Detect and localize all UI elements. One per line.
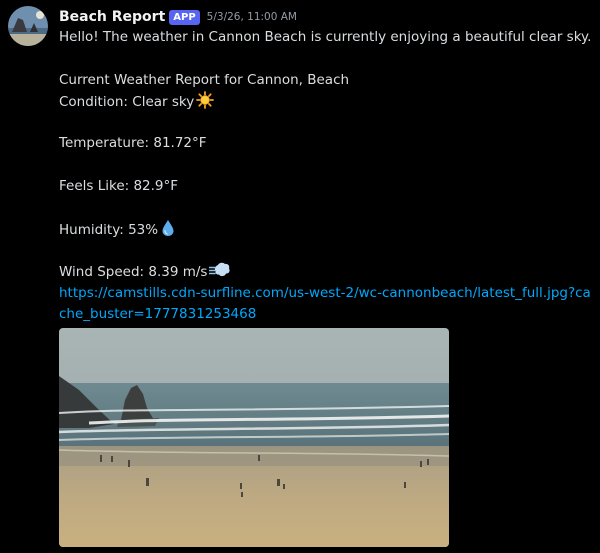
camera-image-link[interactable]: https://camstills.cdn-surfline.com/us-we… [59, 283, 594, 326]
condition-line: Condition: Clear sky [59, 90, 594, 112]
message-body: Hello! The weather in Cannon Beach is cu… [59, 27, 594, 325]
message-content: Beach Report APP 5/3/26, 11:00 AM Hello!… [59, 7, 594, 547]
condition-text: Condition: Clear sky [59, 93, 195, 110]
message-timestamp[interactable]: 5/3/26, 11:00 AM [207, 11, 297, 23]
beach-avatar-icon [8, 6, 48, 46]
report-title: Current Weather Report for Cannon, Beach [59, 71, 350, 88]
wind-speed-text: Wind Speed: 8.39 m/s [59, 264, 208, 281]
humidity-line: Humidity: 53% [59, 219, 594, 240]
message-header: Beach Report APP 5/3/26, 11:00 AM [59, 7, 594, 27]
app-badge: APP [169, 9, 200, 25]
chat-message: Beach Report APP 5/3/26, 11:00 AM Hello!… [0, 0, 600, 553]
greeting-text: Hello! The weather in Cannon Beach is cu… [59, 29, 592, 45]
sun-icon [196, 90, 215, 109]
feels-like-text: Feels Like: 82.9°F [59, 178, 179, 195]
author-avatar[interactable] [8, 6, 48, 46]
author-name[interactable]: Beach Report [59, 9, 165, 25]
droplet-icon [160, 219, 176, 237]
temperature-text: Temperature: 81.72°F [59, 135, 207, 152]
wind-face-icon [209, 261, 231, 279]
wind-line: Wind Speed: 8.39 m/s [59, 261, 594, 282]
humidity-text: Humidity: 53% [59, 221, 159, 238]
beach-webcam-image[interactable] [59, 328, 449, 547]
